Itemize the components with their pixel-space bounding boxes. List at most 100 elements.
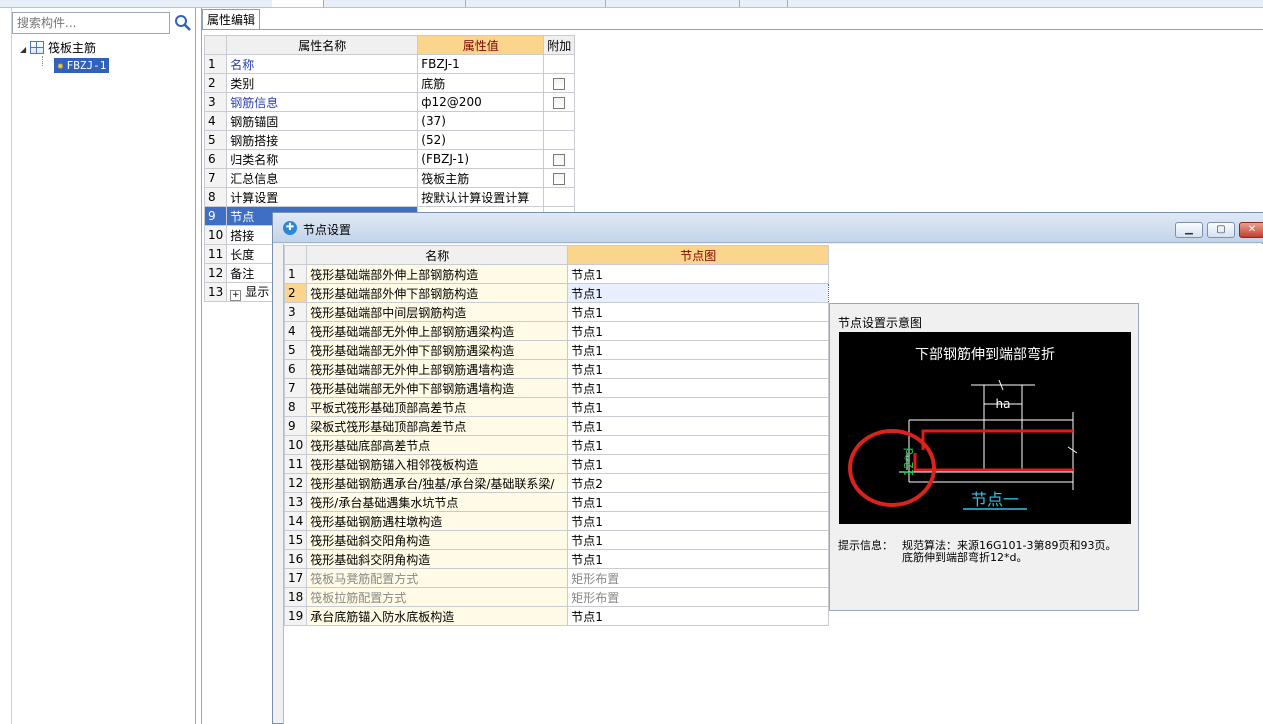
close-icon[interactable]: ✕ xyxy=(1239,222,1263,238)
extra-checkbox[interactable] xyxy=(553,96,566,109)
table-row[interactable]: 6 筏形基础端部无外伸上部钢筋遇墙构造 节点1 xyxy=(283,359,830,379)
table-row[interactable]: 7 筏形基础端部无外伸下部钢筋遇墙构造 节点1 xyxy=(283,378,830,398)
table-row[interactable]: 6 归类名称 (FBZJ-1) xyxy=(203,149,576,169)
property-extra[interactable] xyxy=(543,130,576,150)
expand-plus-icon[interactable]: + xyxy=(230,290,242,301)
node-setting-name[interactable]: 筏形/承台基础遇集水坑节点 xyxy=(306,492,569,512)
table-row[interactable]: 14 筏形基础钢筋遇柱墩构造 节点1 xyxy=(283,511,830,531)
property-extra[interactable] xyxy=(543,73,576,93)
property-value[interactable]: FBZJ-1 xyxy=(417,54,545,74)
node-setting-value[interactable]: 节点1 xyxy=(567,378,830,398)
property-extra[interactable] xyxy=(543,149,576,169)
node-setting-value[interactable]: 节点1 xyxy=(567,416,830,436)
table-row[interactable]: 19 承台底筋锚入防水底板构造 节点1 xyxy=(283,606,830,626)
toolbar-fragment[interactable] xyxy=(272,0,324,7)
toolbar-fragment[interactable] xyxy=(326,0,466,7)
property-value[interactable]: (52) xyxy=(417,130,545,150)
extra-checkbox[interactable] xyxy=(553,172,566,185)
node-setting-value[interactable]: 节点1 xyxy=(567,492,830,512)
node-setting-value[interactable]: 节点1 xyxy=(567,530,830,550)
node-setting-name[interactable]: 筏形基础端部无外伸下部钢筋遇墙构造 xyxy=(306,378,569,398)
collapse-triangle-icon[interactable]: ◢ xyxy=(20,41,30,58)
property-extra[interactable] xyxy=(543,187,576,207)
tree-node-parent[interactable]: ◢ 筏板主筋 xyxy=(20,40,109,57)
column-header-name[interactable]: 属性名称 xyxy=(226,35,419,55)
maximize-icon[interactable]: ▢ xyxy=(1207,222,1235,238)
node-setting-name[interactable]: 筏板马凳筋配置方式 xyxy=(306,568,569,588)
node-setting-value[interactable]: 节点1 xyxy=(567,264,830,284)
toolbar-fragment[interactable] xyxy=(606,0,740,7)
property-extra[interactable] xyxy=(543,111,576,131)
node-setting-value[interactable]: 节点1 xyxy=(567,359,830,379)
dialog-titlebar[interactable]: ✚ 节点设置 ▁ ▢ ✕ xyxy=(273,213,1263,243)
node-setting-name[interactable]: 承台底筋锚入防水底板构造 xyxy=(306,606,569,626)
table-row[interactable]: 2 筏形基础端部外伸下部钢筋构造 节点1 xyxy=(283,283,830,303)
node-setting-value[interactable]: 节点1 xyxy=(567,397,830,417)
table-row[interactable]: 12 筏形基础钢筋遇承台/独基/承台梁/基础联系梁/节点2 xyxy=(283,473,830,493)
node-setting-value[interactable]: 矩形布置 xyxy=(567,568,830,588)
node-setting-name[interactable]: 筏形基础钢筋遇柱墩构造 xyxy=(306,511,569,531)
table-row[interactable]: 1 筏形基础端部外伸上部钢筋构造 节点1 xyxy=(283,264,830,284)
node-setting-name[interactable]: 筏形基础钢筋锚入相邻筏板构造 xyxy=(306,454,569,474)
search-input[interactable] xyxy=(12,12,170,34)
table-row[interactable]: 16 筏形基础斜交阴角构造 节点1 xyxy=(283,549,830,569)
table-row[interactable]: 8 计算设置 按默认计算设置计算 xyxy=(203,187,576,207)
column-header-name[interactable]: 名称 xyxy=(306,245,569,265)
node-setting-name[interactable]: 筏形基础斜交阴角构造 xyxy=(306,549,569,569)
column-header-value[interactable]: 属性值 xyxy=(417,35,545,55)
table-row[interactable]: 3 钢筋信息 ф12@200 xyxy=(203,92,576,112)
property-name[interactable]: 汇总信息 xyxy=(226,168,419,188)
toolbar-fragment[interactable] xyxy=(740,0,788,7)
node-setting-value[interactable]: 节点1 xyxy=(567,454,830,474)
node-setting-value[interactable]: 节点1 xyxy=(567,606,830,626)
extra-checkbox[interactable] xyxy=(553,153,566,166)
toolbar-fragment[interactable] xyxy=(466,0,606,7)
node-setting-name[interactable]: 筏板拉筋配置方式 xyxy=(306,587,569,607)
table-row[interactable]: 17 筏板马凳筋配置方式 矩形布置 xyxy=(283,568,830,588)
node-setting-name[interactable]: 筏形基础端部外伸上部钢筋构造 xyxy=(306,264,569,284)
property-value[interactable]: 底筋 xyxy=(417,73,545,93)
node-setting-value[interactable]: 节点1 xyxy=(567,321,830,341)
property-name[interactable]: 归类名称 xyxy=(226,149,419,169)
property-name[interactable]: 名称 xyxy=(226,54,419,74)
property-value[interactable]: (FBZJ-1) xyxy=(417,149,545,169)
node-setting-name[interactable]: 筏形基础底部高差节点 xyxy=(306,435,569,455)
node-setting-value[interactable]: 节点1 xyxy=(567,549,830,569)
table-row[interactable]: 4 筏形基础端部无外伸上部钢筋遇梁构造 节点1 xyxy=(283,321,830,341)
property-value[interactable]: 筏板主筋 xyxy=(417,168,545,188)
table-row[interactable]: 10 筏形基础底部高差节点 节点1 xyxy=(283,435,830,455)
property-name[interactable]: 类别 xyxy=(226,73,419,93)
table-row[interactable]: 1 名称 FBZJ-1 xyxy=(203,54,576,74)
node-setting-name[interactable]: 筏形基础斜交阳角构造 xyxy=(306,530,569,550)
table-row[interactable]: 7 汇总信息 筏板主筋 xyxy=(203,168,576,188)
property-name[interactable]: 钢筋锚固 xyxy=(226,111,419,131)
node-setting-name[interactable]: 平板式筏形基础顶部高差节点 xyxy=(306,397,569,417)
node-setting-name[interactable]: 筏形基础端部无外伸上部钢筋遇梁构造 xyxy=(306,321,569,341)
table-row[interactable]: 15 筏形基础斜交阳角构造 节点1 xyxy=(283,530,830,550)
node-setting-value[interactable]: 节点2 xyxy=(567,473,830,493)
extra-checkbox[interactable] xyxy=(553,77,566,90)
table-row[interactable]: 9 梁板式筏形基础顶部高差节点 节点1 xyxy=(283,416,830,436)
property-extra[interactable] xyxy=(543,54,576,74)
node-setting-value[interactable]: 节点1 xyxy=(567,435,830,455)
table-row[interactable]: 4 钢筋锚固 (37) xyxy=(203,111,576,131)
column-header-extra[interactable]: 附加 xyxy=(543,35,576,55)
node-setting-value[interactable]: 节点1 xyxy=(567,283,830,303)
node-setting-value[interactable]: 节点1 xyxy=(567,302,830,322)
column-header-node-diagram[interactable]: 节点图 xyxy=(567,245,830,265)
table-row[interactable]: 18 筏板拉筋配置方式 矩形布置 xyxy=(283,587,830,607)
table-row[interactable]: 5 筏形基础端部无外伸下部钢筋遇梁构造 节点1 xyxy=(283,340,830,360)
property-value[interactable]: 按默认计算设置计算 xyxy=(417,187,545,207)
node-setting-name[interactable]: 筏形基础钢筋遇承台/独基/承台梁/基础联系梁/ xyxy=(306,473,569,493)
tree-node-child[interactable]: ✹ FBZJ-1 xyxy=(54,57,110,74)
property-name[interactable]: 计算设置 xyxy=(226,187,419,207)
property-value[interactable]: (37) xyxy=(417,111,545,131)
node-setting-name[interactable]: 筏形基础端部中间层钢筋构造 xyxy=(306,302,569,322)
tab-property-edit[interactable]: 属性编辑 xyxy=(202,9,260,30)
table-row[interactable]: 2 类别 底筋 xyxy=(203,73,576,93)
search-icon[interactable] xyxy=(174,14,192,32)
node-setting-value[interactable]: 节点1 xyxy=(567,511,830,531)
node-setting-value[interactable]: 节点1 xyxy=(567,340,830,360)
node-setting-name[interactable]: 梁板式筏形基础顶部高差节点 xyxy=(306,416,569,436)
property-value[interactable]: ф12@200 xyxy=(417,92,545,112)
